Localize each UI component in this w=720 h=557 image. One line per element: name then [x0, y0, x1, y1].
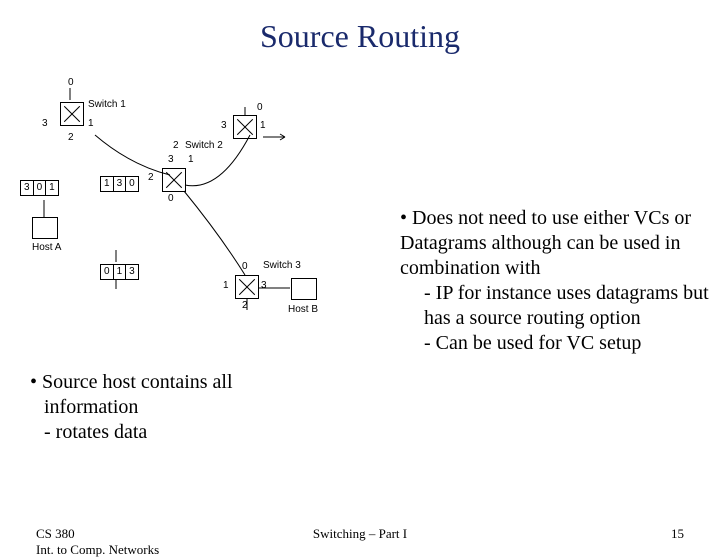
- switch-2-port-2: 2: [173, 140, 179, 151]
- packet-2: 1 3 0: [100, 176, 139, 192]
- switch-1-port-2: 2: [68, 132, 74, 143]
- packet-1-cell-1: 0: [34, 181, 47, 195]
- switch-2-label: Switch 2: [185, 140, 223, 151]
- packet-1-cell-0: 3: [21, 181, 34, 195]
- host-a-label: Host A: [32, 242, 61, 253]
- packet-2-cell-2: 0: [126, 177, 138, 191]
- switch-1-label: Switch 1: [88, 99, 126, 110]
- footer-course-name: Int. to Comp. Networks: [36, 542, 159, 557]
- host-b-box: [291, 278, 317, 300]
- left-bullet-block: • Source host contains all information -…: [30, 370, 280, 445]
- routing-diagram: Switch 1 0 3 1 2 Switch 2 0 3 1 2 3 2 1 …: [20, 80, 360, 340]
- packet-3-cell-0: 0: [101, 265, 114, 279]
- packet-3-cell-2: 3: [126, 265, 138, 279]
- switch-2-port-1: 1: [260, 120, 266, 131]
- switch-1-port-0: 0: [68, 77, 74, 88]
- switch-unlabeled-port-0: 0: [168, 193, 174, 204]
- switch-1-port-1: 1: [88, 118, 94, 129]
- switch-3-port-2: 2: [242, 300, 248, 311]
- host-a-box: [32, 217, 58, 239]
- switch-unlabeled: [162, 168, 186, 192]
- switch-3-port-1: 1: [223, 280, 229, 291]
- host-b-label: Host B: [288, 304, 318, 315]
- switch-unlabeled-port-1: 1: [188, 154, 194, 165]
- left-bullet-line3: - rotates data: [44, 420, 280, 445]
- left-bullet-lead: • Source host contains all: [30, 370, 280, 395]
- switch-2-port-0: 0: [257, 102, 263, 113]
- right-bullet-sub2: - Can be used for VC setup: [424, 331, 710, 356]
- switch-1-port-3: 3: [42, 118, 48, 129]
- right-bullet-lead: • Does not need to use either VCs or Dat…: [400, 206, 710, 281]
- packet-3-cell-1: 1: [114, 265, 127, 279]
- packet-1-cell-2: 1: [46, 181, 58, 195]
- packet-2-cell-1: 3: [114, 177, 127, 191]
- switch-3: [235, 275, 259, 299]
- switch-2: [233, 115, 257, 139]
- switch-1: [60, 102, 84, 126]
- right-bullet-block: • Does not need to use either VCs or Dat…: [400, 206, 710, 356]
- switch-unlabeled-port-2: 2: [148, 172, 154, 183]
- packet-2-cell-0: 1: [101, 177, 114, 191]
- switch-unlabeled-port-3: 3: [168, 154, 174, 165]
- packet-3: 0 1 3: [100, 264, 139, 280]
- right-bullet-sub1: - IP for instance uses datagrams but has…: [424, 281, 710, 331]
- switch-2-port-3: 3: [221, 120, 227, 131]
- slide-title: Source Routing: [0, 18, 720, 55]
- packet-1: 3 0 1: [20, 180, 59, 196]
- switch-3-port-3: 3: [261, 280, 267, 291]
- left-bullet-line2: information: [44, 395, 280, 420]
- switch-3-label: Switch 3: [263, 260, 301, 271]
- switch-3-port-0: 0: [242, 261, 248, 272]
